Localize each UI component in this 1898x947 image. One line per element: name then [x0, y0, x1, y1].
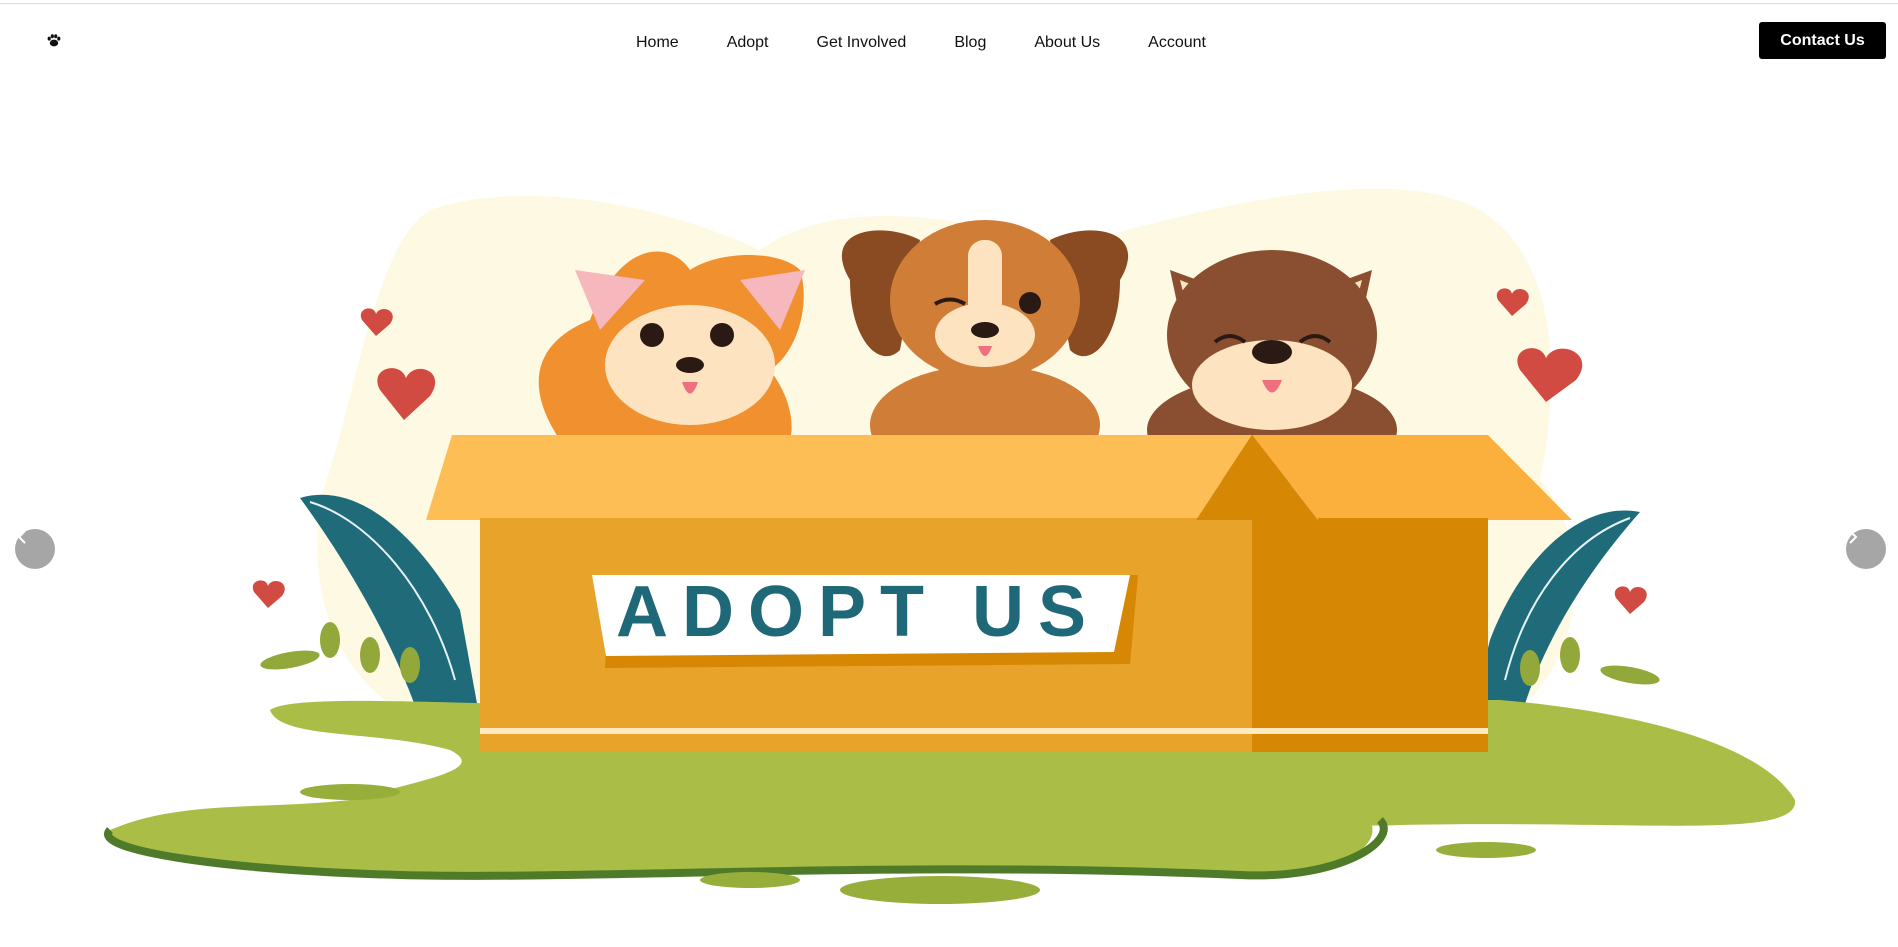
hero-carousel: ADOPT US	[0, 120, 1898, 947]
nav-blog[interactable]: Blog	[954, 32, 986, 54]
nav-about-us[interactable]: About Us	[1034, 32, 1100, 54]
main-nav: Home Adopt Get Involved Blog About Us Ac…	[636, 32, 1206, 54]
nav-account[interactable]: Account	[1148, 32, 1206, 54]
contact-us-button[interactable]: Contact Us	[1759, 22, 1886, 59]
navbar: Home Adopt Get Involved Blog About Us Ac…	[0, 4, 1898, 80]
adopt-us-banner: ADOPT US	[616, 572, 1100, 652]
carousel-prev-button[interactable]	[15, 529, 55, 569]
carousel-next-button[interactable]	[1846, 529, 1886, 569]
nav-get-involved[interactable]: Get Involved	[817, 32, 907, 54]
nav-adopt[interactable]: Adopt	[727, 32, 769, 54]
paw-icon[interactable]	[44, 30, 64, 50]
adopt-us-illustration: ADOPT US	[104, 188, 1796, 904]
nav-home[interactable]: Home	[636, 32, 679, 54]
